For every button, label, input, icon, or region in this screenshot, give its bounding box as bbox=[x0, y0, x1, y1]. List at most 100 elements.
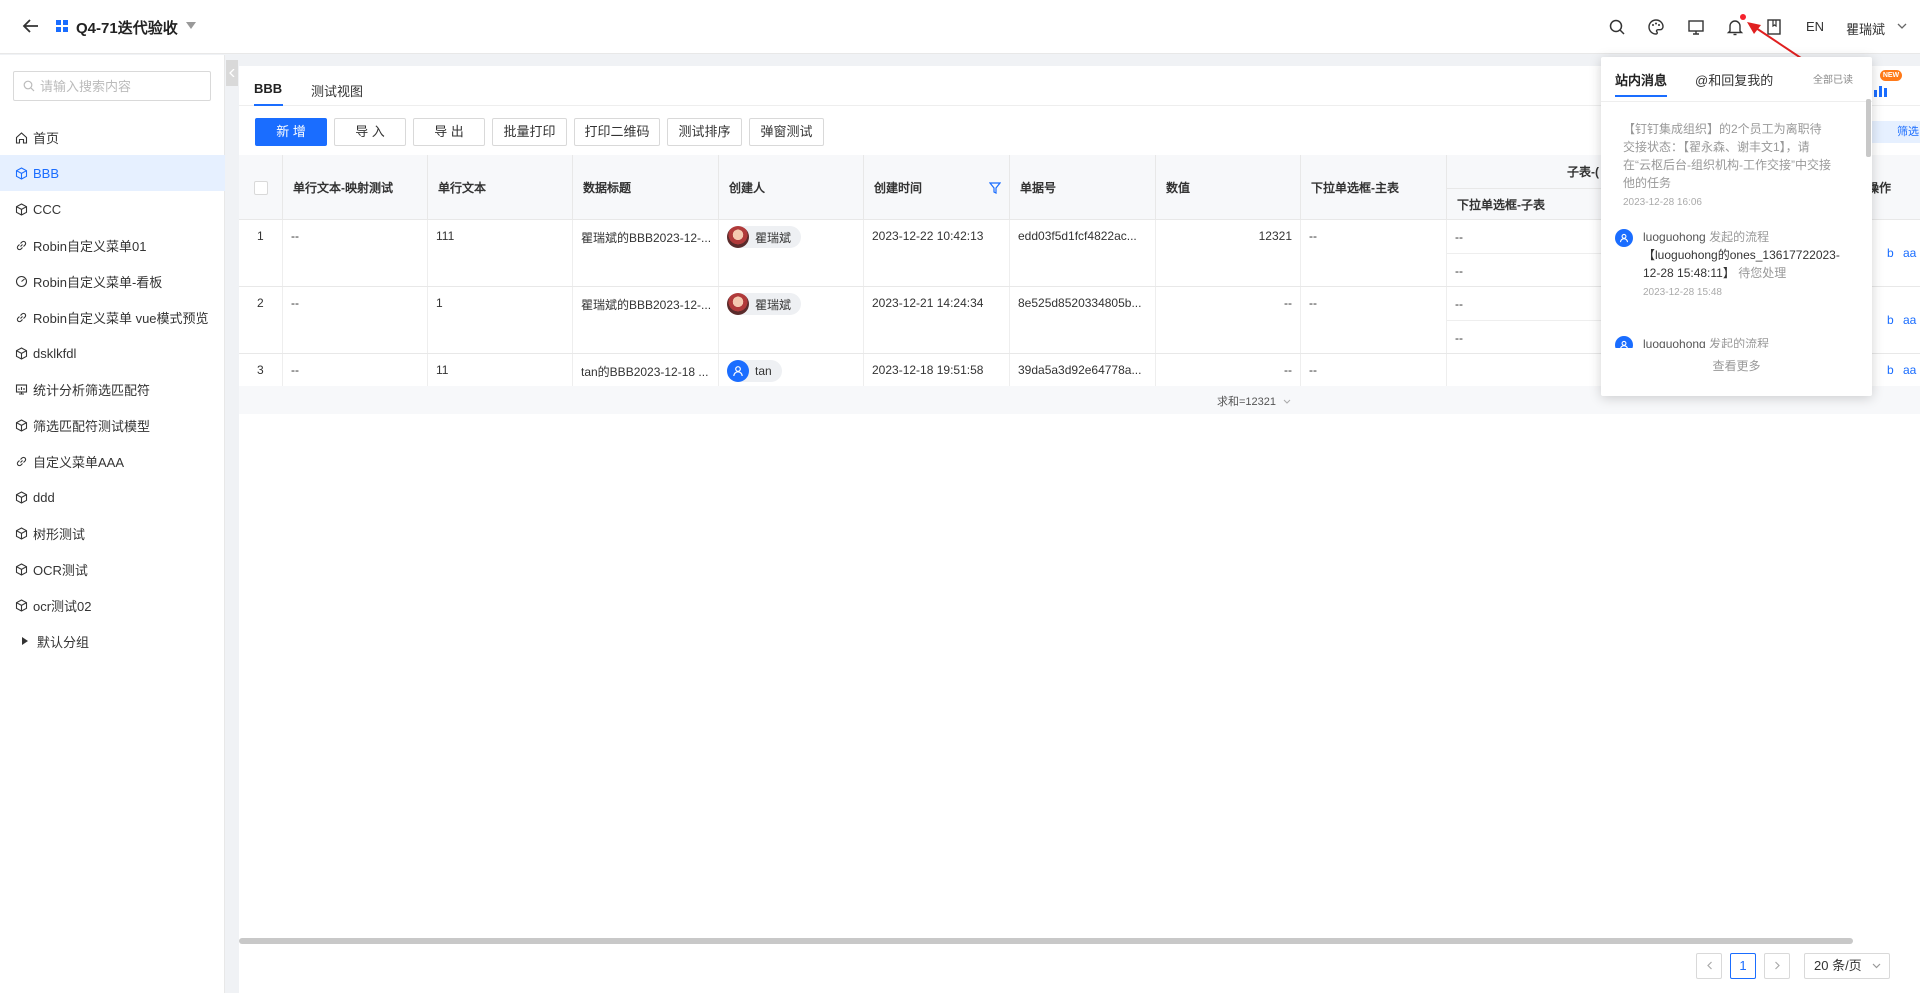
sidebar-item-label: Robin自定义菜单-看板 bbox=[33, 274, 163, 290]
page-size-label: 20 条/页 bbox=[1814, 958, 1862, 973]
sidebar-search-input[interactable] bbox=[40, 76, 205, 96]
back-arrow-icon[interactable] bbox=[20, 15, 42, 37]
sidebar-search[interactable] bbox=[13, 71, 211, 101]
sidebar-item-custom-aaa[interactable]: 自定义菜单AAA bbox=[0, 443, 225, 479]
notification-item[interactable]: luoguohong 发起的流程 【luoguohong的ones_136177… bbox=[1615, 228, 1855, 302]
tab-mentions[interactable]: @和回复我的 bbox=[1695, 70, 1773, 89]
tab-bbb[interactable]: BBB bbox=[254, 81, 282, 96]
cube-icon bbox=[15, 202, 28, 216]
batch-print-button[interactable]: 批量打印 bbox=[492, 118, 567, 146]
sidebar-item-robin-menu-01[interactable]: Robin自定义菜单01 bbox=[0, 227, 225, 263]
tab-site-messages[interactable]: 站内消息 bbox=[1615, 70, 1667, 89]
top-bar: Q4-71迭代验收 EN 瞿瑞斌 bbox=[0, 0, 1920, 54]
tab-test-view[interactable]: 测试视图 bbox=[311, 81, 363, 100]
sidebar-item-dsklkfdl[interactable]: dsklkfdl bbox=[0, 335, 225, 371]
sidebar-group-default[interactable]: 默认分组 bbox=[0, 623, 225, 659]
row-index: 1 bbox=[239, 220, 283, 286]
sidebar-item-label: 筛选匹配符测试模型 bbox=[33, 418, 151, 434]
view-more-link[interactable]: 查看更多 bbox=[1601, 357, 1872, 374]
horizontal-scrollbar[interactable] bbox=[239, 938, 1853, 944]
notification-item[interactable]: 【钉钉集成组织】的2个员工为离职待交接状态：【翟永森、谢丰文1】，请在“云枢后台… bbox=[1623, 120, 1833, 212]
sidebar-item-ddd[interactable]: ddd bbox=[0, 479, 225, 515]
sidebar-item-home[interactable]: 首页 bbox=[0, 119, 225, 155]
cell-title[interactable]: 瞿瑞斌的BBB2023-12-... bbox=[573, 220, 719, 286]
row-action-b[interactable]: b bbox=[1887, 363, 1894, 377]
sidebar-collapse-handle[interactable] bbox=[226, 60, 238, 86]
chevron-down-icon bbox=[1283, 399, 1291, 404]
col-header-doc-no[interactable]: 单据号 bbox=[1010, 155, 1156, 220]
cell-title[interactable]: tan的BBB2023-12-18 ... bbox=[573, 354, 719, 386]
sidebar: 首页 BBB CCC Robin自定义菜单01 Robin自定义菜单-看板 Ro… bbox=[0, 55, 225, 993]
bell-icon[interactable] bbox=[1725, 17, 1745, 37]
row-action-aa[interactable]: aa bbox=[1903, 363, 1916, 377]
creator-chip[interactable]: 瞿瑞斌 bbox=[727, 293, 802, 315]
print-qrcode-button[interactable]: 打印二维码 bbox=[574, 118, 660, 146]
new-badge: NEW bbox=[1880, 70, 1902, 81]
export-button[interactable]: 导 出 bbox=[413, 118, 485, 146]
palette-icon[interactable] bbox=[1646, 17, 1666, 37]
row-action-aa[interactable]: aa bbox=[1903, 313, 1916, 327]
row-action-b[interactable]: b bbox=[1887, 246, 1894, 260]
row-action-b[interactable]: b bbox=[1887, 313, 1894, 327]
next-page-button[interactable] bbox=[1764, 953, 1790, 979]
link-icon bbox=[16, 456, 27, 466]
popup-test-button[interactable]: 弹窗测试 bbox=[749, 118, 824, 146]
notification-time: 2023-12-28 15:48 bbox=[1643, 287, 1722, 298]
page-size-select[interactable]: 20 条/页 bbox=[1804, 953, 1890, 979]
notification-scrollbar[interactable] bbox=[1866, 99, 1871, 157]
mark-all-read-button[interactable]: 全部已读 bbox=[1813, 71, 1853, 86]
search-icon bbox=[23, 80, 35, 92]
sidebar-item-robin-board[interactable]: Robin自定义菜单-看板 bbox=[0, 263, 225, 299]
page-number-current[interactable]: 1 bbox=[1730, 953, 1756, 979]
chevron-left-icon bbox=[1706, 961, 1712, 970]
test-sort-button[interactable]: 测试排序 bbox=[667, 118, 742, 146]
add-button[interactable]: 新 增 bbox=[255, 118, 327, 146]
col-header-map-text[interactable]: 单行文本-映射测试 bbox=[283, 155, 428, 220]
sidebar-item-tree-test[interactable]: 树形测试 bbox=[0, 515, 225, 551]
col-header-value[interactable]: 数值 bbox=[1156, 155, 1301, 220]
sidebar-item-label: ddd bbox=[33, 489, 55, 505]
filter-icon[interactable] bbox=[989, 182, 1001, 194]
sidebar-item-ccc[interactable]: CCC bbox=[0, 191, 225, 227]
select-all-cell bbox=[239, 155, 283, 220]
flow-status: 待您处理 bbox=[1738, 266, 1787, 280]
monitor-icon[interactable] bbox=[1686, 17, 1706, 37]
sidebar-item-stats-filter[interactable]: 统计分析筛选匹配符 bbox=[0, 371, 225, 407]
sidebar-item-robin-vue[interactable]: Robin自定义菜单 vue模式预览 bbox=[0, 299, 225, 335]
cell-creator: 瞿瑞斌 bbox=[719, 287, 864, 353]
link-icon bbox=[16, 240, 27, 250]
select-all-checkbox[interactable] bbox=[253, 180, 268, 195]
import-button[interactable]: 导 入 bbox=[334, 118, 406, 146]
cell-dropdown: -- bbox=[1301, 287, 1447, 353]
creator-chip[interactable]: tan bbox=[727, 360, 782, 382]
sum-summary[interactable]: 求和=12321 bbox=[1217, 393, 1291, 409]
col-header-title[interactable]: 数据标题 bbox=[573, 155, 719, 220]
sidebar-item-label: Robin自定义菜单01 bbox=[33, 238, 147, 254]
caret-down-icon[interactable] bbox=[186, 22, 196, 30]
sidebar-item-ocr-test-02[interactable]: ocr测试02 bbox=[0, 587, 225, 623]
cell-title[interactable]: 瞿瑞斌的BBB2023-12-... bbox=[573, 287, 719, 353]
sidebar-item-filter-model[interactable]: 筛选匹配符测试模型 bbox=[0, 407, 225, 443]
app-title[interactable]: Q4-71迭代验收 bbox=[76, 17, 178, 38]
cell-map-text: -- bbox=[283, 354, 428, 386]
filter-button[interactable]: 筛选 bbox=[1869, 121, 1920, 143]
col-group-label: 子表-( bbox=[1567, 165, 1599, 179]
sidebar-item-ocr-test[interactable]: OCR测试 bbox=[0, 551, 225, 587]
unread-dot bbox=[1740, 14, 1746, 20]
row-action-aa[interactable]: aa bbox=[1903, 246, 1916, 260]
col-header-text[interactable]: 单行文本 bbox=[428, 155, 573, 220]
chevron-down-icon[interactable] bbox=[1897, 23, 1907, 31]
prev-page-button[interactable] bbox=[1696, 953, 1722, 979]
creator-chip[interactable]: 瞿瑞斌 bbox=[727, 226, 802, 248]
col-header-created[interactable]: 创建时间 bbox=[864, 155, 1010, 220]
user-menu[interactable]: 瞿瑞斌 bbox=[1846, 19, 1885, 38]
app-logo-icon bbox=[56, 20, 68, 32]
bar-chart-icon[interactable] bbox=[1873, 83, 1889, 97]
creator-name: tan bbox=[755, 364, 772, 378]
col-header-creator[interactable]: 创建人 bbox=[719, 155, 864, 220]
search-icon[interactable] bbox=[1607, 17, 1627, 37]
col-header-dropdown-main[interactable]: 下拉单选框-主表 bbox=[1301, 155, 1447, 220]
sidebar-item-bbb[interactable]: BBB bbox=[0, 155, 225, 191]
cell-map-text: -- bbox=[283, 220, 428, 286]
notification-item[interactable]: luoguohong 发起的流程 bbox=[1615, 335, 1855, 348]
